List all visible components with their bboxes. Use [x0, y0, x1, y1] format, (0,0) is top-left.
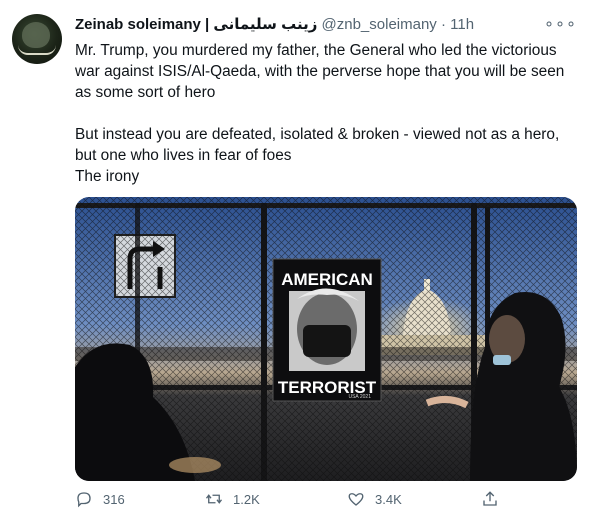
display-name[interactable]: Zeinab soleimany | زینب سلیمانی [75, 16, 317, 33]
tweet-actions: 316 1.2K 3.4K [75, 490, 575, 510]
heart-icon [348, 493, 364, 506]
more-icon[interactable]: ∘∘∘ [544, 14, 577, 34]
reply-icon [77, 492, 91, 508]
timestamp[interactable]: 11h [450, 16, 474, 33]
separator-dot: · [440, 16, 446, 33]
photo-scene: AMERICAN TERRORIST USA 2021 [75, 197, 577, 481]
retweet-count: 1.2K [233, 491, 260, 507]
tweet-paragraph: The irony [75, 168, 140, 185]
avatar-signature [18, 45, 56, 55]
reply-button[interactable]: 316 [75, 490, 125, 508]
retweet-button[interactable]: 1.2K [205, 490, 260, 508]
user-handle[interactable]: @znb_soleimany [322, 16, 437, 33]
tweet-paragraph: But instead you are defeated, isolated &… [75, 126, 560, 164]
poster-top-text: AMERICAN [281, 270, 373, 289]
share-icon [483, 491, 497, 506]
tweet-photo[interactable]: AMERICAN TERRORIST USA 2021 [75, 197, 577, 481]
tweet-header: Zeinab soleimany | زینب سلیمانی @znb_sol… [75, 15, 579, 37]
reply-count: 316 [103, 491, 125, 507]
share-button[interactable] [481, 490, 499, 508]
like-button[interactable]: 3.4K [347, 490, 402, 508]
like-count: 3.4K [375, 491, 402, 507]
poster-credit: USA 2021 [348, 394, 371, 400]
avatar[interactable] [12, 14, 62, 64]
tweet[interactable]: Zeinab soleimany | زینب سلیمانی @znb_sol… [0, 0, 591, 510]
tweet-paragraph: Mr. Trump, you murdered my father, the G… [75, 42, 565, 101]
tweet-text: Mr. Trump, you murdered my father, the G… [75, 40, 575, 187]
retweet-icon [205, 494, 223, 504]
